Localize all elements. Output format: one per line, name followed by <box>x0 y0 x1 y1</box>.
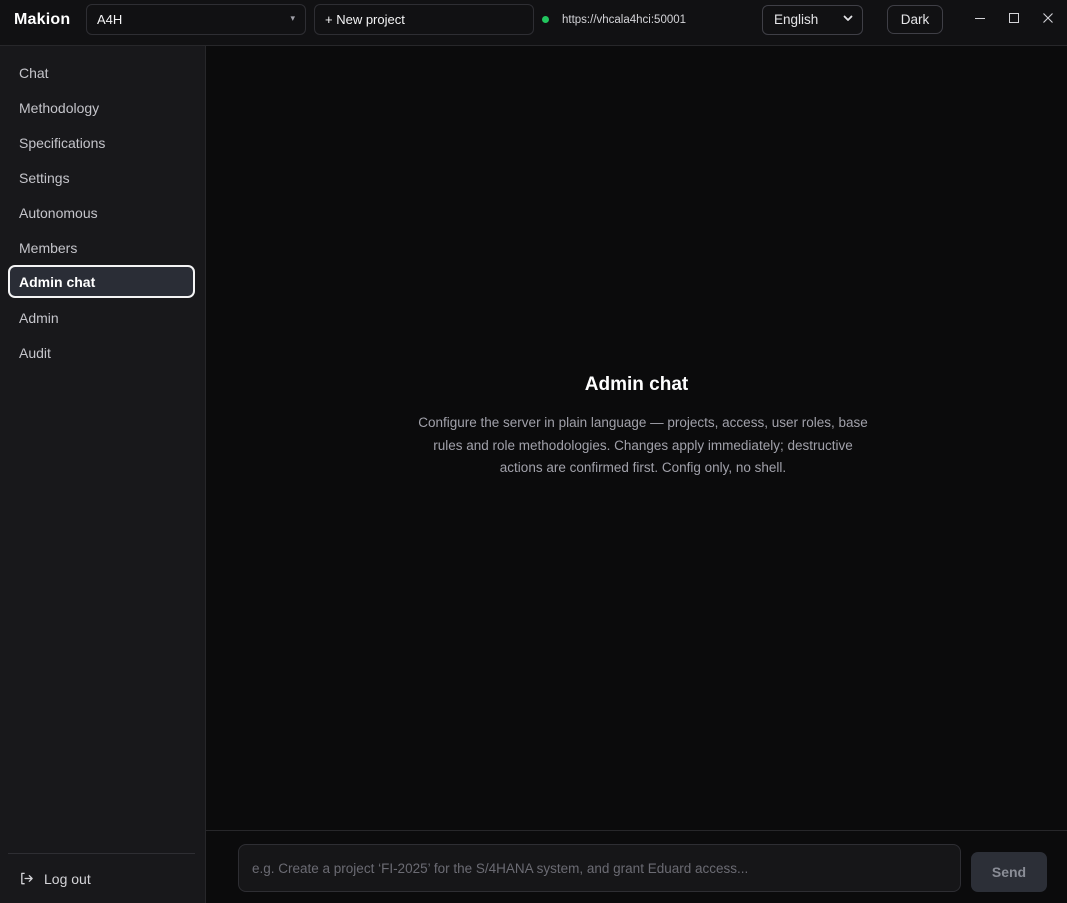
sidebar-item-methodology[interactable]: Methodology <box>8 91 195 124</box>
logout-label: Log out <box>44 871 91 887</box>
chat-input[interactable] <box>238 844 961 892</box>
sidebar-divider <box>8 853 195 854</box>
maximize-icon[interactable] <box>1006 11 1022 27</box>
send-button[interactable]: Send <box>971 852 1047 892</box>
server-status-dot <box>542 16 549 23</box>
chevron-down-icon <box>842 12 854 27</box>
main-content: Admin chat Configure the server in plain… <box>206 46 1067 830</box>
page-description: Configure the server in plain language —… <box>418 415 868 475</box>
project-select-value: A4H <box>97 12 123 27</box>
caret-down-icon: ▾ <box>290 13 295 23</box>
sidebar-item-autonomous[interactable]: Autonomous <box>8 196 195 229</box>
language-select-value: English <box>774 12 819 27</box>
chat-composer: Send <box>206 830 1067 903</box>
new-project-button[interactable]: + New project <box>314 4 534 35</box>
app-brand: Makion <box>14 11 71 28</box>
minimize-icon[interactable] <box>972 11 988 27</box>
close-icon[interactable] <box>1040 11 1056 27</box>
language-select[interactable]: English <box>762 5 863 35</box>
sidebar-item-members[interactable]: Members <box>8 231 195 264</box>
project-select[interactable]: A4H ▾ <box>86 4 306 35</box>
title-bar: Makion A4H ▾ + New project https://vhcal… <box>0 0 1067 46</box>
sidebar-item-settings[interactable]: Settings <box>8 161 195 194</box>
logout-button[interactable]: Log out <box>19 871 91 889</box>
theme-toggle-button[interactable]: Dark <box>887 5 943 34</box>
sidebar-item-specifications[interactable]: Specifications <box>8 126 195 159</box>
sidebar-item-chat[interactable]: Chat <box>8 56 195 89</box>
page-title: Admin chat <box>584 374 689 395</box>
sidebar: Chat Methodology Specifications Settings… <box>0 46 206 903</box>
sidebar-item-admin-chat[interactable]: Admin chat <box>8 265 195 298</box>
sidebar-item-admin[interactable]: Admin <box>8 301 195 334</box>
server-url: https://vhcala4hci:50001 <box>562 14 687 26</box>
logout-icon <box>19 871 35 889</box>
sidebar-item-audit[interactable]: Audit <box>8 336 195 369</box>
